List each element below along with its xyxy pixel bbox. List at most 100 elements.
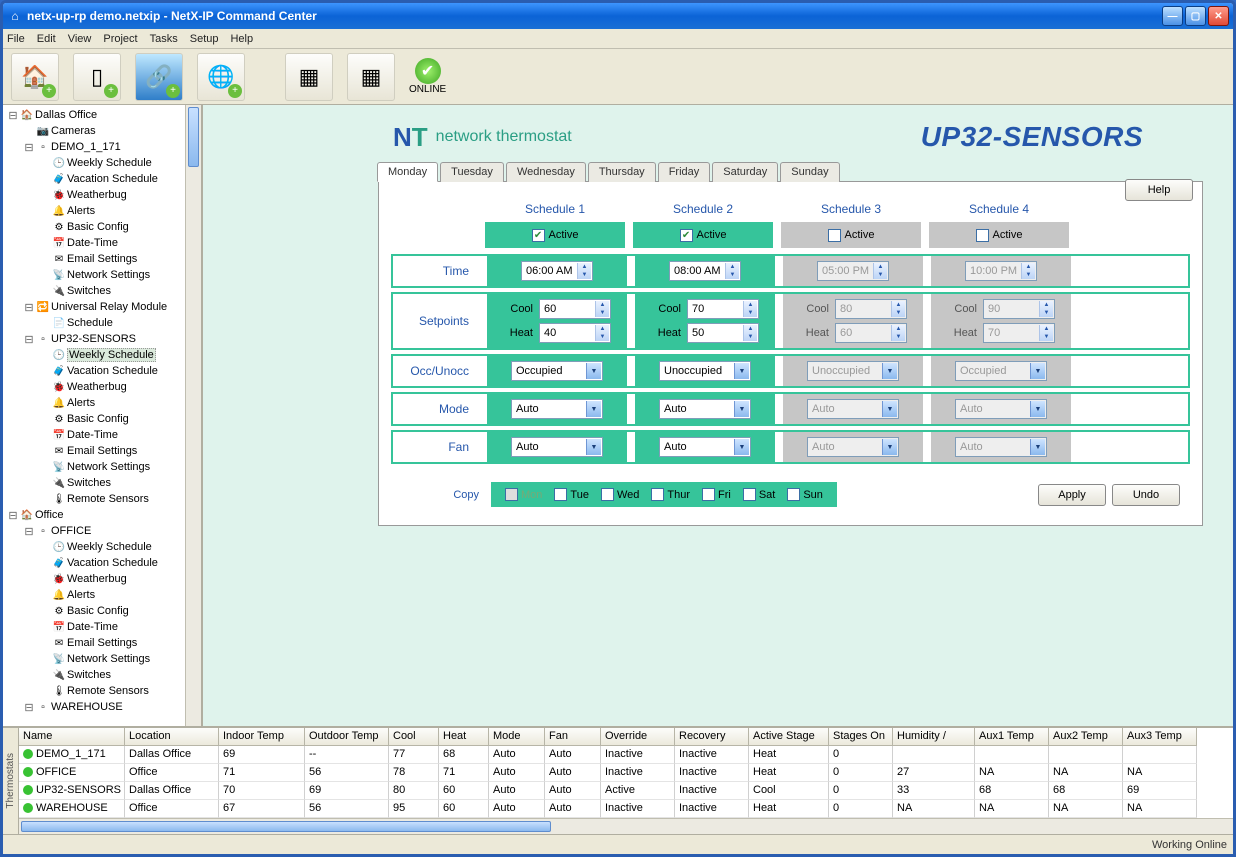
checkbox-icon[interactable]: ✔	[680, 229, 693, 242]
tree-node[interactable]: 📷Cameras	[5, 123, 185, 139]
table-row[interactable]: OFFICEOffice71567871AutoAutoInactiveInac…	[19, 764, 1233, 782]
tab-sunday[interactable]: Sunday	[780, 162, 839, 182]
spinner-icon[interactable]: ▲▼	[725, 263, 739, 279]
chevron-down-icon[interactable]: ▼	[586, 363, 601, 379]
add-device-button[interactable]: ▯+	[73, 53, 121, 101]
view-network-button[interactable]: ▦	[347, 53, 395, 101]
thermostats-tab[interactable]: Thermostats	[3, 728, 19, 834]
col-header[interactable]: Active Stage	[749, 728, 829, 746]
select-input[interactable]: Auto▼	[659, 399, 751, 419]
tree-node[interactable]: 🕒Weekly Schedule	[5, 539, 185, 555]
menu-project[interactable]: Project	[103, 33, 137, 45]
scrollbar-thumb[interactable]	[188, 107, 199, 167]
select-input[interactable]: Auto▼	[659, 437, 751, 457]
tree-node[interactable]: 🕒Weekly Schedule	[5, 155, 185, 171]
spinner-icon[interactable]: ▲▼	[743, 301, 757, 317]
view-devices-button[interactable]: ▦	[285, 53, 333, 101]
tree-node[interactable]: 📅Date-Time	[5, 619, 185, 635]
number-input[interactable]: 70▲▼	[687, 299, 759, 319]
expand-icon[interactable]: ⊟	[23, 525, 35, 538]
tree-node[interactable]: 🐞Weatherbug	[5, 571, 185, 587]
maximize-button[interactable]: ▢	[1185, 6, 1206, 26]
col-header[interactable]: Aux3 Temp	[1123, 728, 1197, 746]
tree-node[interactable]: 🌡Remote Sensors	[5, 683, 185, 699]
col-header[interactable]: Cool	[389, 728, 439, 746]
tree-node[interactable]: 🧳Vacation Schedule	[5, 363, 185, 379]
tree-node[interactable]: ⚙Basic Config	[5, 603, 185, 619]
spinner-icon[interactable]: ▲▼	[743, 325, 757, 341]
tree-node[interactable]: 🔔Alerts	[5, 203, 185, 219]
number-input[interactable]: 40▲▼	[539, 323, 611, 343]
checkbox-icon[interactable]	[702, 488, 715, 501]
tree-node[interactable]: 🐞Weatherbug	[5, 187, 185, 203]
add-web-button[interactable]: 🌐+	[197, 53, 245, 101]
col-header[interactable]: Fan	[545, 728, 601, 746]
tree-node[interactable]: ⊟🏠Office	[5, 507, 185, 523]
spinner-icon[interactable]: ▲▼	[595, 325, 609, 341]
tree-node[interactable]: 🔌Switches	[5, 667, 185, 683]
chevron-down-icon[interactable]: ▼	[586, 439, 601, 455]
tab-thursday[interactable]: Thursday	[588, 162, 656, 182]
tree-node[interactable]: 📄Schedule	[5, 315, 185, 331]
active-toggle[interactable]: Active	[781, 222, 921, 248]
tree-node[interactable]: ✉Email Settings	[5, 443, 185, 459]
tab-friday[interactable]: Friday	[658, 162, 711, 182]
spinner-icon[interactable]: ▲▼	[577, 263, 591, 279]
close-button[interactable]: ✕	[1208, 6, 1229, 26]
active-toggle[interactable]: ✔Active	[485, 222, 625, 248]
chevron-down-icon[interactable]: ▼	[586, 401, 601, 417]
menu-file[interactable]: File	[7, 33, 25, 45]
tab-wednesday[interactable]: Wednesday	[506, 162, 586, 182]
menu-edit[interactable]: Edit	[37, 33, 56, 45]
tree-node[interactable]: 🔌Switches	[5, 475, 185, 491]
menu-tasks[interactable]: Tasks	[150, 33, 178, 45]
add-site-button[interactable]: 🏠+	[11, 53, 59, 101]
copy-day-tue[interactable]: Tue	[554, 488, 589, 501]
copy-day-fri[interactable]: Fri	[702, 488, 731, 501]
select-input[interactable]: Occupied▼	[511, 361, 603, 381]
checkbox-icon[interactable]	[828, 229, 841, 242]
active-toggle[interactable]: ✔Active	[633, 222, 773, 248]
tree-node[interactable]: 🐞Weatherbug	[5, 379, 185, 395]
tree-node[interactable]: 📡Network Settings	[5, 267, 185, 283]
tree-node[interactable]: 🧳Vacation Schedule	[5, 555, 185, 571]
col-header[interactable]: Mode	[489, 728, 545, 746]
tree-node[interactable]: 🌡Remote Sensors	[5, 491, 185, 507]
col-header[interactable]: Name	[19, 728, 125, 746]
tree-node[interactable]: ⚙Basic Config	[5, 411, 185, 427]
chevron-down-icon[interactable]: ▼	[734, 439, 749, 455]
menu-setup[interactable]: Setup	[190, 33, 219, 45]
menu-help[interactable]: Help	[230, 33, 253, 45]
col-header[interactable]: Heat	[439, 728, 489, 746]
titlebar[interactable]: ⌂ netx-up-rp demo.netxip - NetX-IP Comma…	[3, 3, 1233, 29]
copy-day-sun[interactable]: Sun	[787, 488, 823, 501]
tree-node[interactable]: ⊟▫WAREHOUSE	[5, 699, 185, 715]
active-toggle[interactable]: Active	[929, 222, 1069, 248]
tree-node[interactable]: ⊟▫OFFICE	[5, 523, 185, 539]
tree-scrollbar[interactable]	[185, 105, 201, 726]
number-input[interactable]: 60▲▼	[539, 299, 611, 319]
tree-node[interactable]: ✉Email Settings	[5, 635, 185, 651]
tree-node[interactable]: ⊟🔁Universal Relay Module	[5, 299, 185, 315]
expand-icon[interactable]: ⊟	[23, 701, 35, 714]
select-input[interactable]: Auto▼	[511, 437, 603, 457]
menu-view[interactable]: View	[68, 33, 92, 45]
tree-node[interactable]: 🔔Alerts	[5, 587, 185, 603]
copy-day-mon[interactable]: Mon	[505, 488, 542, 501]
tree-node[interactable]: 🧳Vacation Schedule	[5, 171, 185, 187]
tree-node[interactable]: ✉Email Settings	[5, 251, 185, 267]
tab-monday[interactable]: Monday	[377, 162, 438, 182]
expand-icon[interactable]: ⊟	[23, 141, 35, 154]
col-header[interactable]: Aux2 Temp	[1049, 728, 1123, 746]
tree-node[interactable]: ⊟▫UP32-SENSORS	[5, 331, 185, 347]
checkbox-icon[interactable]: ✔	[532, 229, 545, 242]
expand-icon[interactable]: ⊟	[7, 109, 19, 122]
undo-button[interactable]: Undo	[1112, 484, 1180, 506]
tree-node[interactable]: 📡Network Settings	[5, 651, 185, 667]
apply-button[interactable]: Apply	[1038, 484, 1106, 506]
tree-node[interactable]: 🔔Alerts	[5, 395, 185, 411]
tab-saturday[interactable]: Saturday	[712, 162, 778, 182]
tab-tuesday[interactable]: Tuesday	[440, 162, 504, 182]
tree-node[interactable]: 🕒Weekly Schedule	[5, 347, 185, 363]
table-row[interactable]: WAREHOUSEOffice67569560AutoAutoInactiveI…	[19, 800, 1233, 818]
